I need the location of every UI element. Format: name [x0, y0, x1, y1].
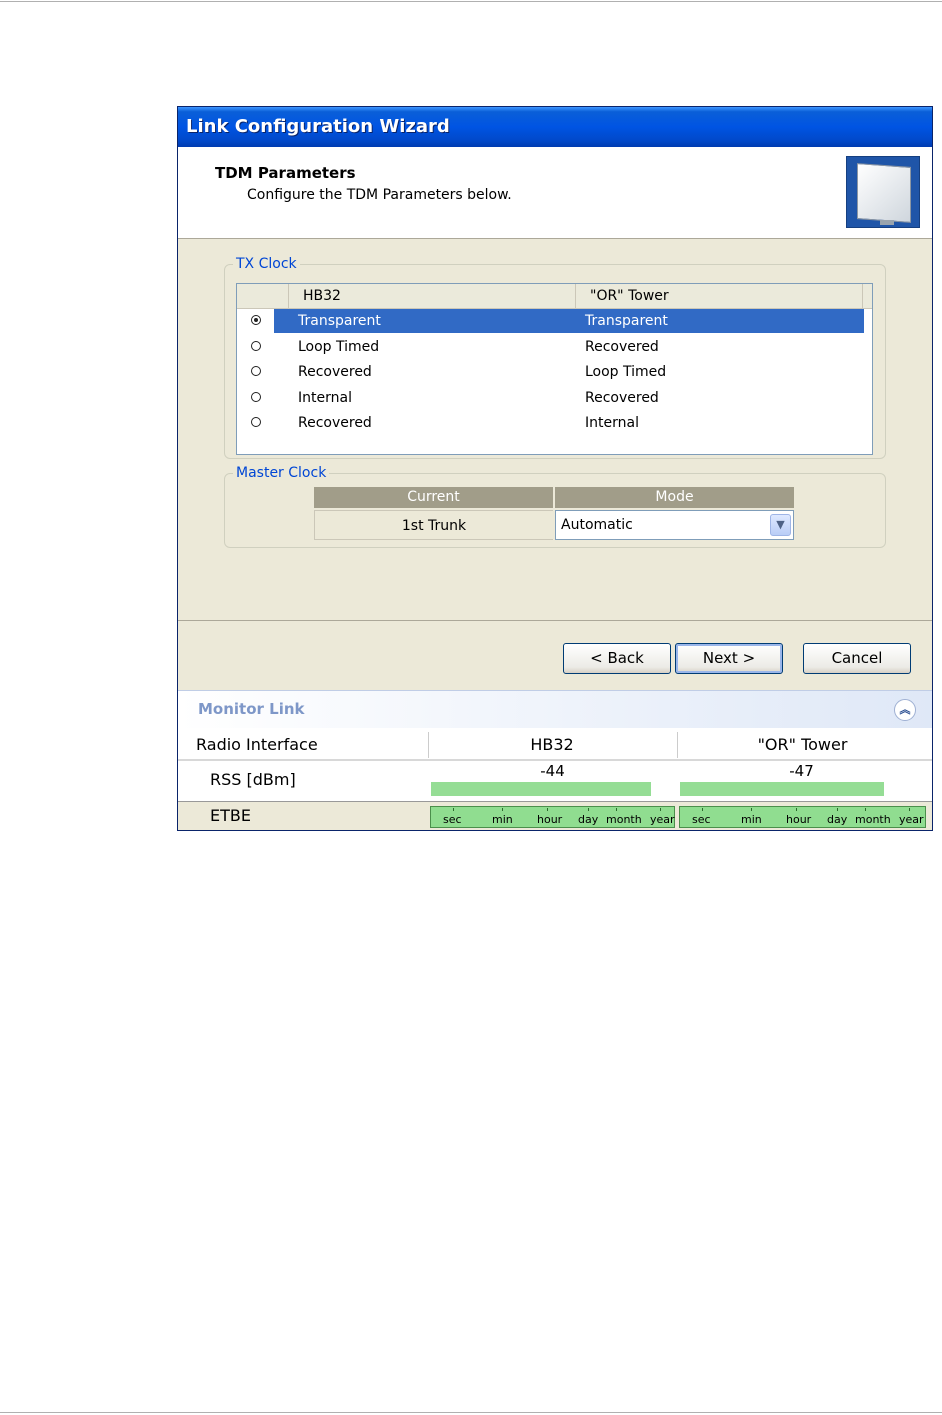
tx-clock-row[interactable]: Loop Timed Recovered	[237, 335, 872, 359]
monitor-stats: Radio Interface HB32 "OR" Tower RSS [dBm…	[178, 728, 932, 830]
row-radio-button[interactable]	[251, 340, 261, 351]
row-radio-button[interactable]	[251, 315, 261, 325]
step-title: TDM Parameters	[215, 164, 356, 182]
tx-clock-row[interactable]: Internal Recovered	[237, 386, 872, 410]
radio-interface-header: Radio Interface	[196, 735, 318, 754]
double-chevron-up-icon[interactable]: ︽	[894, 699, 916, 721]
row-site-a-value: Recovered	[298, 364, 372, 380]
etbe-tick	[865, 808, 866, 811]
etbe-unit-label: month	[855, 813, 891, 826]
etbe-unit-label: hour	[537, 813, 563, 826]
etbe-unit-label: day	[827, 813, 848, 826]
master-clock-mode-header: Mode	[555, 487, 794, 508]
etbe-unit-label: year	[899, 813, 924, 826]
column-header-site-b[interactable]: "OR" Tower	[576, 284, 863, 309]
row-radio-button[interactable]	[251, 366, 261, 376]
tx-clock-list-header: HB32 "OR" Tower	[237, 284, 872, 309]
etbe-tick	[909, 808, 910, 811]
row-site-a-value: Recovered	[298, 415, 372, 431]
master-clock-mode-select[interactable]: Automatic ▼	[555, 510, 794, 540]
row-highlight	[274, 386, 864, 410]
monitor-link-bar: Monitor Link ︽	[178, 690, 932, 728]
rss-cell-site-a: -44	[430, 761, 675, 799]
wizard-header: TDM Parameters Configure the TDM Paramet…	[178, 147, 932, 239]
etbe-tick	[453, 808, 454, 811]
etbe-unit-label: sec	[443, 813, 462, 826]
row-site-b-value: Internal	[585, 415, 639, 431]
row-site-a-value: Loop Timed	[298, 338, 380, 355]
master-clock-mode-value: Automatic	[561, 517, 633, 533]
rss-label: RSS [dBm]	[210, 770, 296, 789]
column-header-select[interactable]	[237, 284, 289, 309]
row-site-b-value: Recovered	[585, 389, 659, 406]
antenna-mount	[880, 220, 894, 225]
row-site-b-value: Transparent	[585, 313, 668, 329]
master-clock-label: Master Clock	[233, 464, 330, 482]
tx-clock-label: TX Clock	[233, 255, 300, 273]
tx-clock-row[interactable]: Recovered Internal	[237, 411, 872, 435]
column-header-site-a[interactable]: HB32	[289, 284, 576, 309]
etbe-unit-label: sec	[692, 813, 711, 826]
tx-clock-row[interactable]: Transparent Transparent	[237, 309, 872, 333]
site-a-header: HB32	[428, 732, 675, 758]
etbe-scale-site-b: sec min hour day month year	[679, 806, 926, 828]
etbe-unit-label: month	[606, 813, 642, 826]
page-top-rule	[0, 1, 942, 2]
etbe-tick	[751, 808, 752, 811]
tx-clock-list[interactable]: HB32 "OR" Tower Transparent Transparent Lo…	[236, 283, 873, 455]
etbe-label: ETBE	[210, 806, 251, 825]
etbe-tick	[502, 808, 503, 811]
row-site-a-value: Transparent	[298, 313, 381, 329]
etbe-tick	[837, 808, 838, 811]
etbe-tick	[588, 808, 589, 811]
antenna-panel-icon	[846, 156, 920, 228]
rss-value-site-b: -47	[789, 762, 814, 780]
etbe-row: ETBE sec min hour day month year sec min hour da…	[178, 801, 932, 830]
etbe-tick	[616, 808, 617, 811]
etbe-tick	[660, 808, 661, 811]
etbe-tick	[547, 808, 548, 811]
master-clock-current-value: 1st Trunk	[314, 510, 553, 540]
page-bottom-rule	[0, 1412, 942, 1413]
etbe-unit-label: min	[492, 813, 513, 826]
rss-cell-site-b: -47	[679, 761, 924, 799]
row-radio-button[interactable]	[251, 391, 261, 402]
rss-value-site-a: -44	[540, 762, 565, 780]
button-separator	[178, 620, 932, 621]
row-site-a-value: Internal	[298, 389, 352, 406]
master-clock-current-header: Current	[314, 487, 553, 508]
etbe-scale-site-a: sec min hour day month year	[430, 806, 675, 828]
etbe-unit-label: day	[578, 813, 599, 826]
row-site-b-value: Recovered	[585, 338, 659, 355]
etbe-unit-label: min	[741, 813, 762, 826]
step-subtitle: Configure the TDM Parameters below.	[247, 187, 512, 203]
etbe-tick	[796, 808, 797, 811]
row-radio-button[interactable]	[251, 417, 261, 427]
monitor-link-title: Monitor Link	[198, 700, 305, 718]
row-site-b-value: Loop Timed	[585, 364, 667, 380]
back-button[interactable]: < Back	[563, 643, 671, 674]
next-button[interactable]: Next >	[675, 643, 783, 674]
wizard-window: Link Configuration Wizard TDM Parameters…	[177, 106, 933, 831]
chevron-down-icon[interactable]: ▼	[770, 514, 791, 536]
etbe-tick	[702, 808, 703, 811]
tx-clock-row[interactable]: Recovered Loop Timed	[237, 360, 872, 384]
antenna-panel-face	[857, 163, 911, 223]
site-b-header: "OR" Tower	[677, 732, 927, 758]
rss-bar-site-a	[431, 782, 651, 796]
cancel-button[interactable]: Cancel	[803, 643, 911, 674]
rss-bar-site-b	[680, 782, 884, 796]
etbe-unit-label: hour	[786, 813, 812, 826]
window-title: Link Configuration Wizard	[178, 107, 932, 147]
etbe-unit-label: year	[650, 813, 675, 826]
